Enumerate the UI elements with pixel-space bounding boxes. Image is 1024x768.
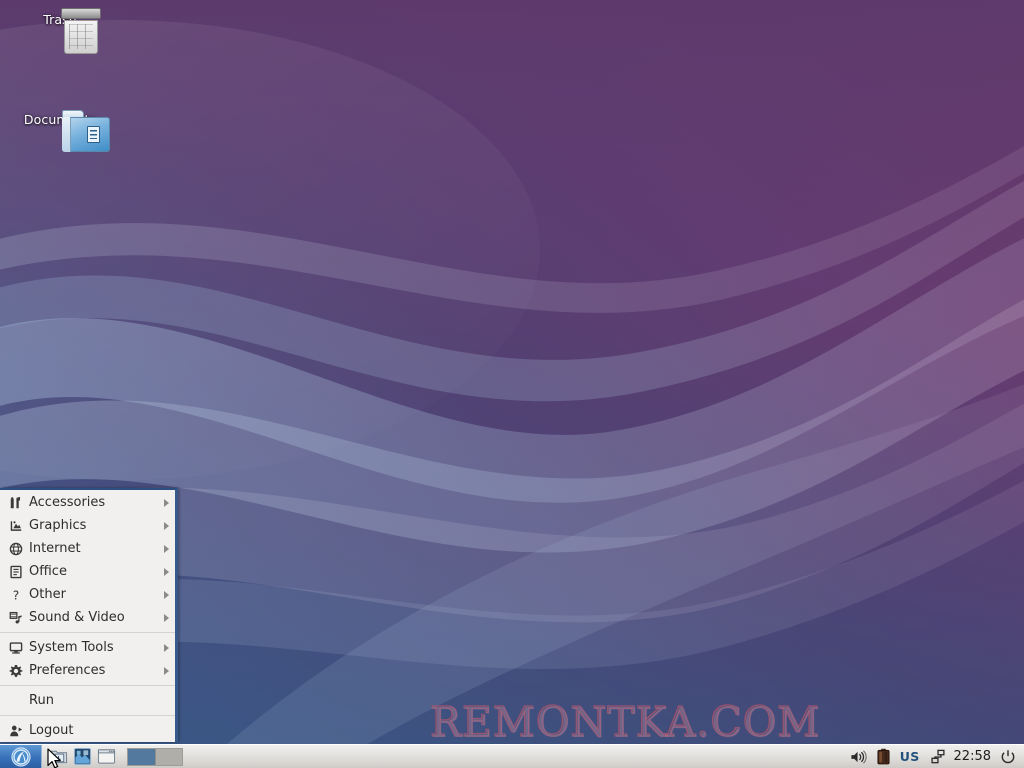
chevron-right-icon xyxy=(164,544,169,553)
menu-item-label: Sound & Video xyxy=(29,610,125,625)
chevron-right-icon xyxy=(164,643,169,652)
workspace-1[interactable] xyxy=(128,748,155,765)
power-button[interactable] xyxy=(996,746,1020,768)
menu-item-preferences[interactable]: Preferences xyxy=(0,659,175,682)
menu-item-label: Graphics xyxy=(29,518,87,533)
taskbar-launchers[interactable] xyxy=(46,745,118,768)
system-tray[interactable]: US 22:58 xyxy=(846,746,1024,768)
gear-icon xyxy=(7,662,24,679)
power-button-icon xyxy=(1001,749,1015,763)
internet-globe-icon xyxy=(7,540,24,557)
browser-icon xyxy=(73,747,91,766)
svg-text:?: ? xyxy=(12,588,19,602)
chevron-right-icon xyxy=(164,498,169,507)
monitor-icon xyxy=(7,639,24,656)
volume-tray-button[interactable] xyxy=(846,746,871,768)
web-browser-launcher[interactable] xyxy=(70,745,94,768)
chevron-right-icon xyxy=(164,613,169,622)
clock[interactable]: 22:58 xyxy=(953,746,994,768)
chevron-right-icon xyxy=(164,666,169,675)
logout-person-icon xyxy=(7,722,24,739)
keyboard-layout-indicator[interactable]: US xyxy=(896,746,924,768)
graphics-icon xyxy=(7,517,24,534)
desktop-icon-documents[interactable]: Documents xyxy=(8,108,112,152)
chevron-right-icon xyxy=(164,567,169,576)
menu-separator xyxy=(0,632,175,633)
desktop-icon-trash[interactable]: Trash xyxy=(8,8,112,54)
battery-tray-button[interactable] xyxy=(873,746,894,768)
speaker-volume-icon xyxy=(851,749,867,764)
terminal-launcher[interactable] xyxy=(94,745,118,768)
menu-separator xyxy=(0,685,175,686)
menu-item-system-tools[interactable]: System Tools xyxy=(0,636,175,659)
menu-item-run[interactable]: Run xyxy=(0,689,175,712)
folder-icon xyxy=(49,750,67,764)
sound-video-icon xyxy=(7,609,24,626)
terminal-window-icon xyxy=(97,749,115,764)
menu-item-label: Office xyxy=(29,564,67,579)
file-manager-launcher[interactable] xyxy=(46,745,70,768)
xubuntu-mouse-logo xyxy=(10,746,31,767)
window-task-list[interactable] xyxy=(183,745,846,768)
menu-item-logout[interactable]: Logout xyxy=(0,719,175,742)
chevron-right-icon xyxy=(164,521,169,530)
menu-item-sound-video[interactable]: Sound & Video xyxy=(0,606,175,629)
applications-menu[interactable]: Accessories Graphics Internet Office ? O… xyxy=(0,488,178,742)
menu-separator xyxy=(0,715,175,716)
battery-icon xyxy=(877,748,890,765)
menu-item-label: Preferences xyxy=(29,663,106,678)
menu-item-other[interactable]: ? Other xyxy=(0,583,175,606)
menu-item-label: Accessories xyxy=(29,495,106,510)
workspace-switcher[interactable] xyxy=(127,747,183,766)
menu-item-accessories[interactable]: Accessories xyxy=(0,491,175,514)
menu-item-label: Logout xyxy=(29,723,74,738)
accessories-icon xyxy=(7,494,24,511)
question-mark-icon: ? xyxy=(7,586,24,603)
applications-start-button[interactable] xyxy=(0,745,42,768)
desktop[interactable]: Trash Documents REMONTKA.COM xyxy=(0,0,1024,768)
menu-item-label: Other xyxy=(29,587,66,602)
chevron-right-icon xyxy=(164,590,169,599)
network-wired-icon xyxy=(930,749,945,763)
menu-item-internet[interactable]: Internet xyxy=(0,537,175,560)
menu-item-label: System Tools xyxy=(29,640,114,655)
menu-item-label: Internet xyxy=(29,541,81,556)
menu-item-label: Run xyxy=(29,693,54,708)
taskbar[interactable]: US 22:58 xyxy=(0,744,1024,768)
workspace-2[interactable] xyxy=(155,748,182,765)
menu-item-graphics[interactable]: Graphics xyxy=(0,514,175,537)
network-tray-button[interactable] xyxy=(926,746,951,768)
office-document-icon xyxy=(7,563,24,580)
menu-item-office[interactable]: Office xyxy=(0,560,175,583)
